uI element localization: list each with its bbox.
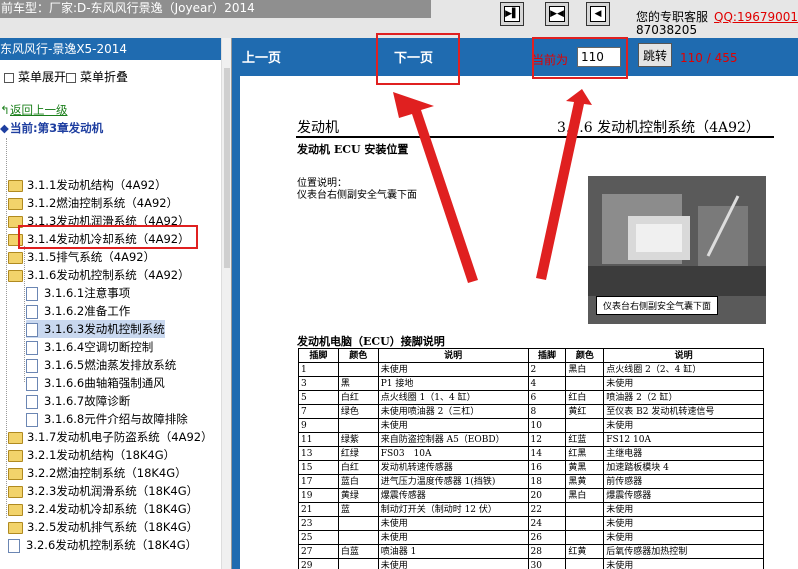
arrow-to-page-input — [536, 89, 592, 280]
arrow-to-next — [393, 92, 478, 283]
annotation-arrows — [393, 89, 592, 283]
